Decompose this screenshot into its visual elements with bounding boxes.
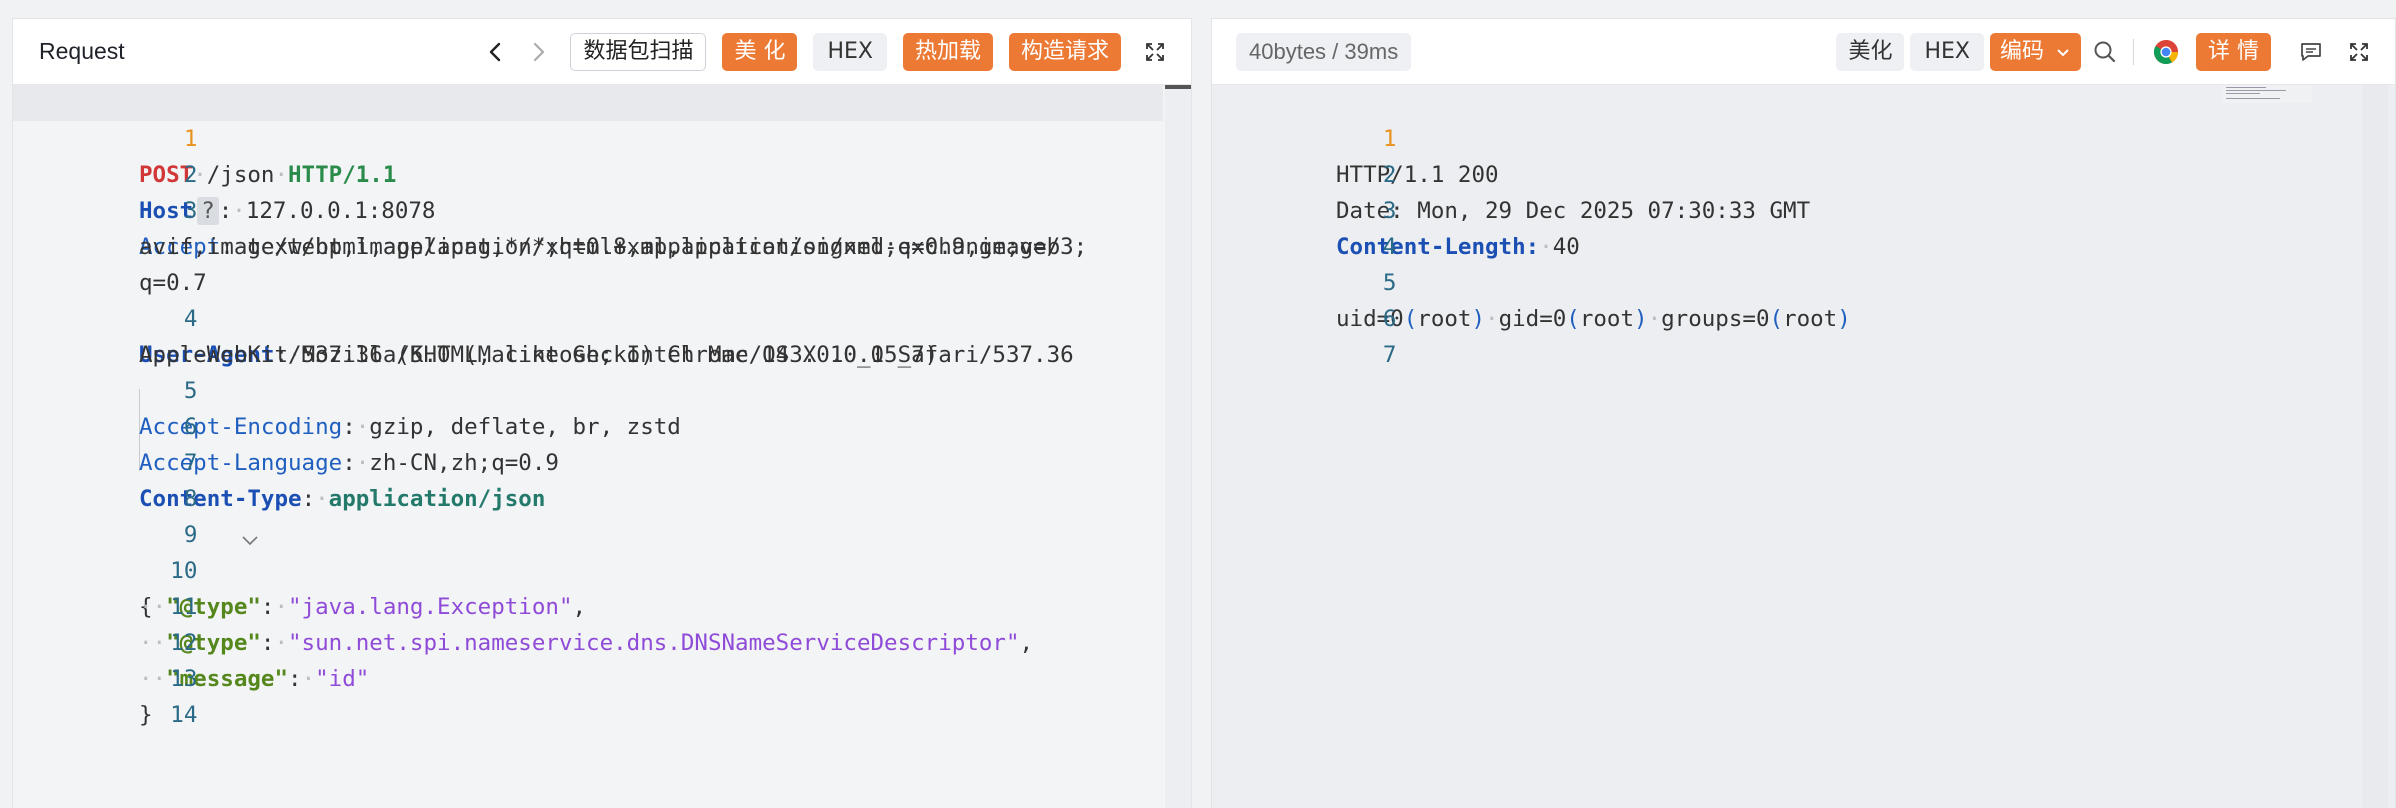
code-line: 8 xyxy=(13,445,1191,512)
hex-button[interactable]: HEX xyxy=(813,33,887,71)
response-toolbar: 40bytes / 39ms 美化 HEX 编码 详 情 xyxy=(1212,19,2395,85)
expand-icon[interactable] xyxy=(2341,34,2377,70)
code-line: 4 User-Agent:·Mozilla/5.0 (Macintosh; In… xyxy=(13,265,1191,368)
code-line-wrap: AppleWebKit/537.36 (KHTML, like Gecko) C… xyxy=(13,301,1191,368)
line-number: 7 xyxy=(1382,342,1397,368)
request-panel: Request 数据包扫描 美 化 HEX 热加载 构造请求 1 POST·/j… xyxy=(12,18,1192,808)
code-line: 12 ··"message":·"id" xyxy=(13,589,1191,692)
search-icon[interactable] xyxy=(2087,34,2123,70)
code-line: 9 { xyxy=(13,481,1191,620)
code-line: 1 POST·/json·HTTP/1.1 xyxy=(13,85,1163,188)
code-line: 3 Accept:·text/html,application/xhtml+xm… xyxy=(13,157,1191,260)
response-editor[interactable]: 1 HTTP/1.1 200 2 Date: Mon, 29 Dec 2025 … xyxy=(1212,85,2395,808)
response-panel: 40bytes / 39ms 美化 HEX 编码 详 情 1 HTTP/1.1 … xyxy=(1211,18,2396,808)
request-title: Request xyxy=(39,38,125,64)
code-line: 7 Content-Type:·application/json xyxy=(13,409,1191,512)
code-line: 13 } xyxy=(13,625,1191,728)
line-number: 14 xyxy=(170,702,198,728)
response-beautify-button[interactable]: 美化 xyxy=(1836,33,1905,71)
code-line: 11 ··"@type":·"sun.net.spi.nameservice.d… xyxy=(13,553,1191,656)
code-line: 5 uid=0(root)·gid=0(root)·groups=0(root) xyxy=(1212,229,2395,332)
build-request-button[interactable]: 构造请求 xyxy=(1008,33,1121,71)
encoding-dropdown[interactable]: 编码 xyxy=(1989,33,2081,71)
code-line-wrap: avif,image/webp,image/apng,*/*;q=0.8,app… xyxy=(13,193,1191,260)
request-toolbar-actions: 数据包扫描 美 化 HEX 热加载 构造请求 xyxy=(478,19,1191,85)
code-line: 4 xyxy=(1212,193,2395,260)
request-editor[interactable]: 1 POST·/json·HTTP/1.1 2 Host?:·127.0.0.1… xyxy=(13,85,1191,808)
app-root: Request 数据包扫描 美 化 HEX 热加载 构造请求 1 POST·/j… xyxy=(0,0,2396,808)
code-line: 5 Accept-Encoding:·gzip, deflate, br, zs… xyxy=(13,337,1191,440)
code-line: 3 Content-Length:·40 xyxy=(1212,157,2395,260)
chrome-icon[interactable] xyxy=(2148,34,2184,70)
code-line-wrap: q=0.7 xyxy=(13,229,1191,296)
code-line: 2 Date: Mon, 29 Dec 2025 07:30:33 GMT xyxy=(1212,121,2395,224)
toolbar-divider xyxy=(2133,39,2134,65)
comment-icon[interactable] xyxy=(2293,34,2329,70)
packet-scan-button[interactable]: 数据包扫描 xyxy=(570,33,707,71)
details-button[interactable]: 详 情 xyxy=(2196,33,2271,71)
expand-icon[interactable] xyxy=(1137,34,1173,70)
request-toolbar: Request 数据包扫描 美 化 HEX 热加载 构造请求 xyxy=(13,19,1191,85)
beautify-button[interactable]: 美 化 xyxy=(722,33,798,71)
code-line: 10 ··"@type":·"java.lang.Exception", xyxy=(13,517,1191,620)
chevron-right-icon[interactable] xyxy=(520,34,556,70)
code-line: 1 HTTP/1.1 200 xyxy=(1212,85,2395,188)
code-line: 7 xyxy=(1212,301,2395,368)
chevron-left-icon[interactable] xyxy=(478,34,514,70)
code-line: 6 xyxy=(1212,265,2395,332)
response-toolbar-actions: 美化 HEX 编码 详 情 xyxy=(1836,19,2395,85)
code-line: 6 Accept-Language:·zh-CN,zh;q=0.9 xyxy=(13,373,1191,476)
encoding-label: 编码 xyxy=(1999,39,2044,64)
response-hex-button[interactable]: HEX xyxy=(1910,33,1984,71)
code-line: 14 xyxy=(13,661,1191,728)
code-line: 2 Host?:·127.0.0.1:8078 xyxy=(13,121,1191,225)
hot-load-button[interactable]: 热加载 xyxy=(902,33,993,71)
chevron-down-icon xyxy=(2057,49,2069,57)
response-size-time: 40bytes / 39ms xyxy=(1236,32,1412,71)
